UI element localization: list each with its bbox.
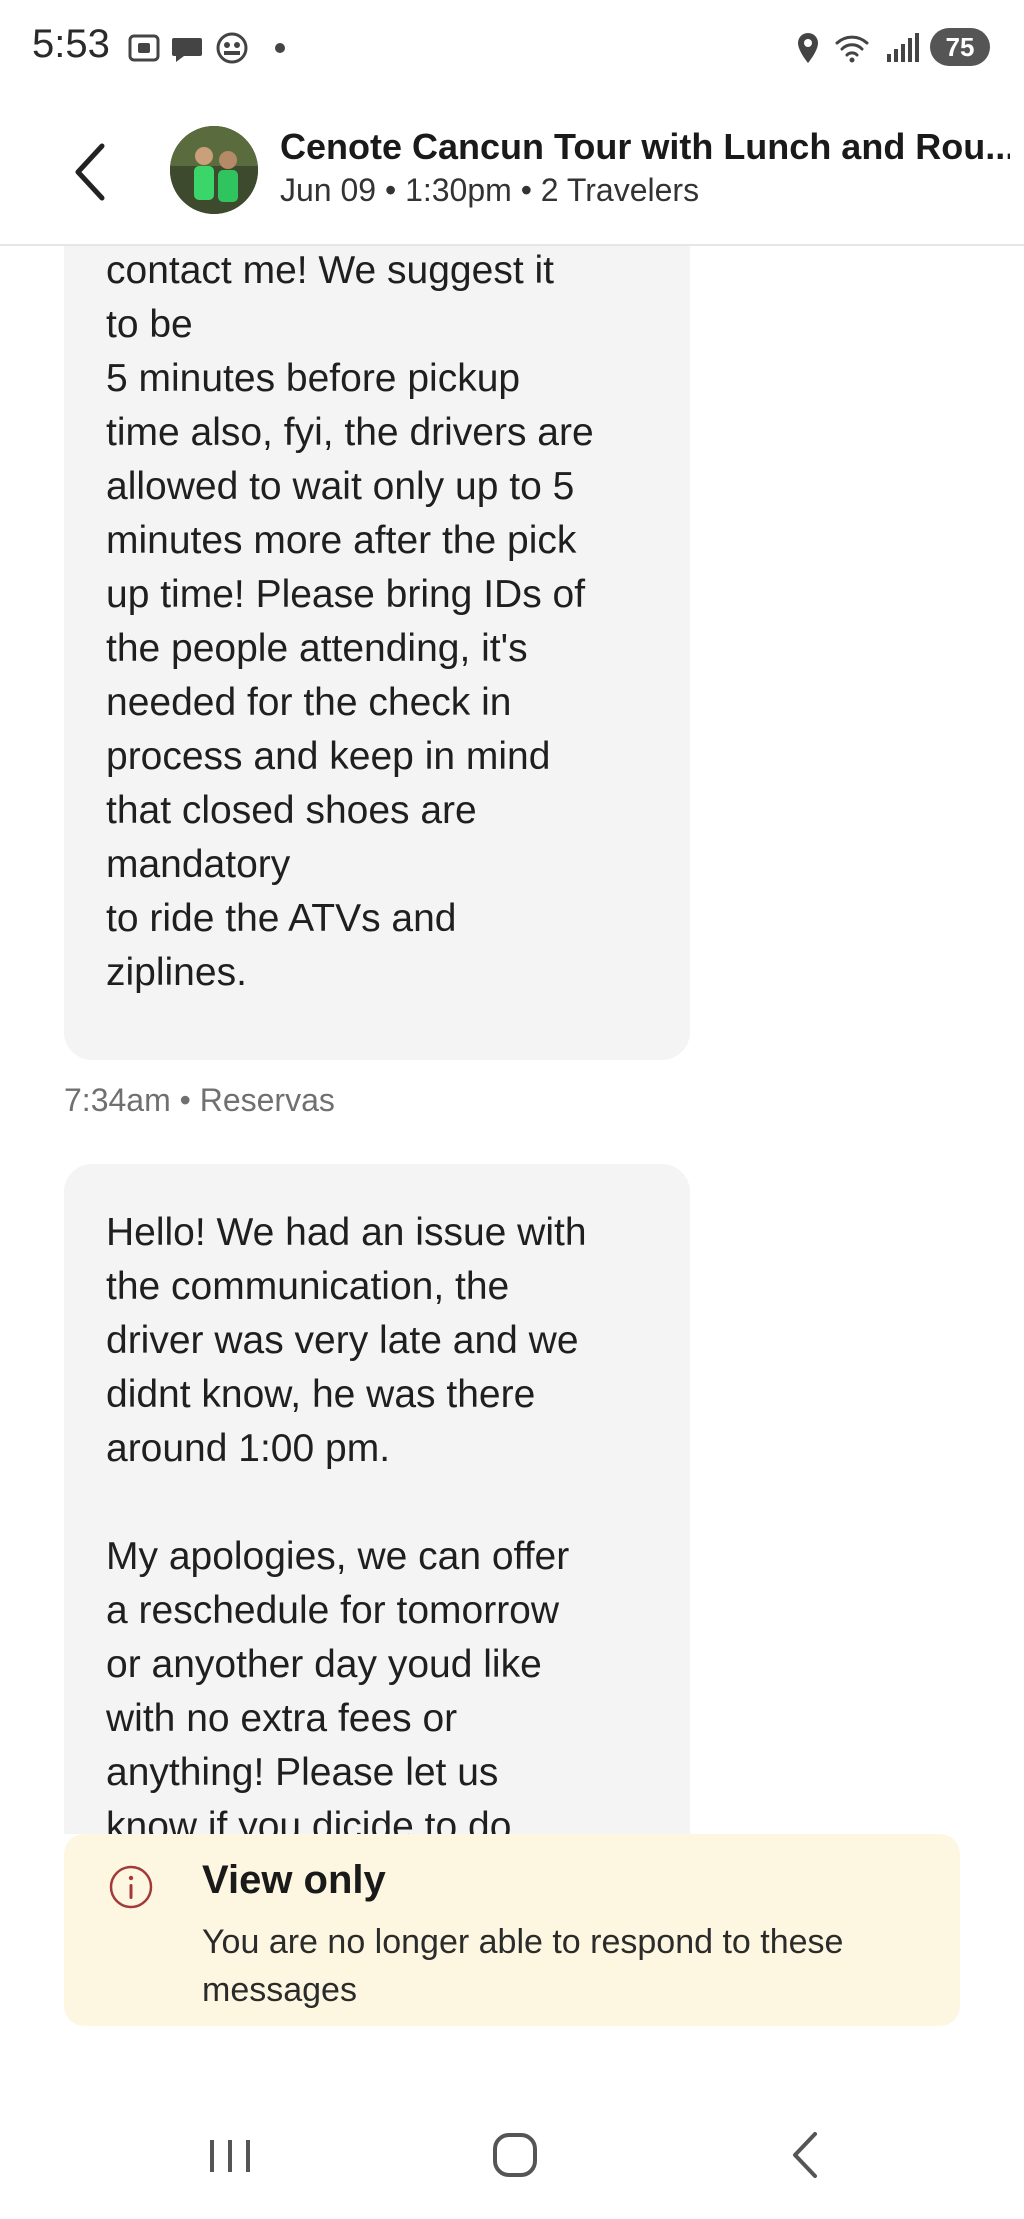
location-icon bbox=[798, 33, 818, 63]
recent-apps-button[interactable] bbox=[190, 2120, 270, 2190]
game-icon bbox=[216, 32, 248, 64]
message-meta: 7:34am • Reservas bbox=[64, 1082, 335, 1118]
message-thread[interactable]: other questions feel free to contact me!… bbox=[0, 244, 1024, 1834]
status-bar: 5:53 75 bbox=[0, 0, 1024, 100]
wifi-icon bbox=[835, 35, 869, 63]
tour-details: Jun 09 • 1:30pm • 2 Travelers bbox=[280, 172, 700, 208]
home-button[interactable] bbox=[475, 2120, 555, 2190]
view-only-banner: View only You are no longer able to resp… bbox=[64, 1834, 960, 2026]
avatar[interactable] bbox=[170, 126, 258, 214]
banner-title: View only bbox=[202, 1858, 386, 1902]
message-bubble: other questions feel free to contact me!… bbox=[64, 244, 690, 1060]
signal-icon bbox=[887, 33, 919, 62]
dot-icon bbox=[275, 43, 285, 53]
conversation-header: Cenote Cancun Tour with Lunch and Rou...… bbox=[0, 100, 1024, 246]
banner-text: You are no longer able to respond to the… bbox=[202, 1923, 844, 2009]
message-text: other questions feel free to contact me!… bbox=[106, 249, 594, 994]
info-icon bbox=[109, 1865, 153, 1909]
message-text: Hello! We had an issue with the communic… bbox=[106, 1211, 587, 1834]
back-button[interactable] bbox=[60, 136, 120, 208]
tour-title: Cenote Cancun Tour with Lunch and Rou... bbox=[280, 126, 1010, 167]
avatar-image bbox=[170, 126, 258, 214]
navigation-bar bbox=[0, 2100, 1024, 2219]
status-time: 5:53 bbox=[32, 22, 110, 66]
chat-icon bbox=[172, 38, 202, 62]
battery-icon: 75 bbox=[930, 28, 990, 66]
message-bubble: Hello! We had an issue with the communic… bbox=[64, 1164, 690, 1834]
back-nav-button[interactable] bbox=[765, 2120, 845, 2190]
screenshot-icon bbox=[128, 34, 160, 62]
